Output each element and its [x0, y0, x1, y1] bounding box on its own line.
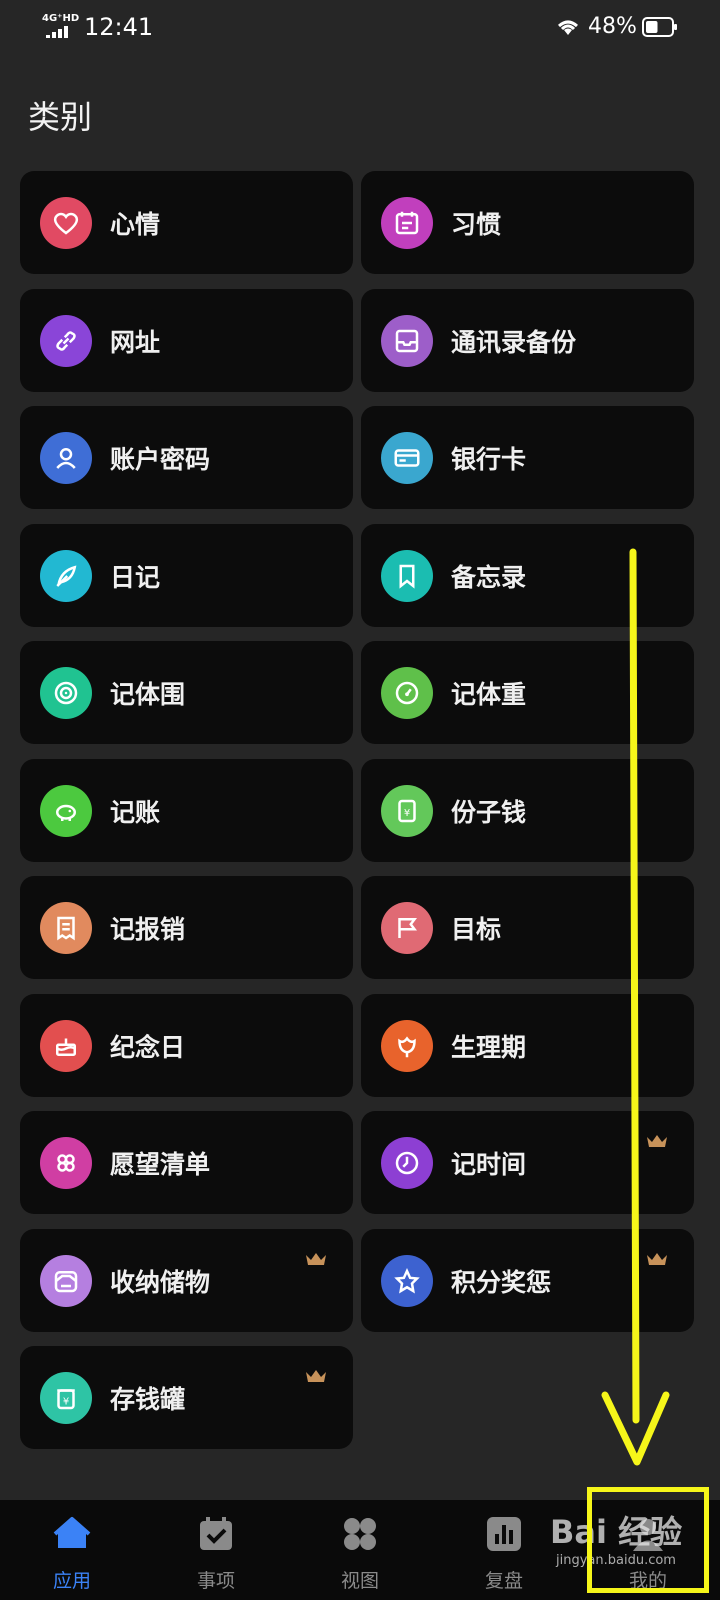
battery-icon	[642, 17, 677, 37]
signal-icon	[46, 26, 68, 38]
category-card-0[interactable]: 心情	[20, 171, 353, 274]
crown-icon	[647, 1135, 667, 1147]
feather-icon	[40, 549, 92, 602]
category-label: 愿望清单	[110, 1150, 211, 1179]
category-card-12[interactable]: 记报销	[20, 876, 353, 979]
svg-text:¥: ¥	[63, 1396, 69, 1407]
network-type: 4G⁺HD	[42, 13, 80, 24]
category-card-4[interactable]: 账户密码	[20, 406, 353, 509]
category-card-14[interactable]: 纪念日	[20, 993, 353, 1097]
calendar-check-icon	[200, 1517, 232, 1550]
category-card-5[interactable]: 银行卡	[361, 406, 694, 509]
category-card-13[interactable]: 目标	[361, 876, 694, 979]
page-title: 类别	[28, 98, 93, 136]
category-card-10[interactable]: 记账	[20, 758, 353, 862]
tab-1[interactable]: 事项	[144, 1500, 288, 1600]
category-card-1[interactable]: 习惯	[361, 171, 694, 274]
category-card-11[interactable]: ¥ 份子钱	[361, 758, 694, 862]
category-label: 心情	[110, 210, 161, 239]
category-label: 存钱罐	[110, 1385, 186, 1414]
category-label: 记账	[110, 797, 161, 827]
storage-icon	[40, 1254, 92, 1307]
category-card-7[interactable]: 备忘录	[361, 523, 694, 627]
heart-icon	[40, 197, 92, 249]
category-label: 收纳储物	[110, 1267, 211, 1297]
money-jar-icon: ¥	[40, 1372, 92, 1424]
category-label: 记时间	[451, 1150, 527, 1179]
category-card-2[interactable]: 网址	[20, 288, 353, 392]
home-icon	[53, 1517, 91, 1548]
flag-icon	[381, 902, 433, 954]
bar-chart-icon	[487, 1517, 521, 1551]
clock-icon	[381, 1137, 433, 1189]
status-bar: 4G⁺HD 12:41 48%	[0, 0, 720, 56]
category-label: 纪念日	[110, 1032, 186, 1062]
cake-icon	[40, 1019, 92, 1072]
clover-icon	[40, 1137, 92, 1189]
star-icon	[381, 1254, 433, 1307]
bookmark-icon	[381, 549, 433, 602]
svg-text:¥: ¥	[404, 808, 410, 819]
credit-card-icon	[381, 432, 433, 484]
category-label: 积分奖惩	[451, 1267, 552, 1297]
flower-icon	[381, 1019, 433, 1072]
target-icon	[40, 667, 92, 719]
tab-label: 事项	[196, 1570, 235, 1592]
crown-icon	[306, 1252, 326, 1265]
tab-label: 应用	[52, 1570, 91, 1592]
category-label: 记报销	[110, 915, 186, 944]
grid-icon	[344, 1518, 376, 1550]
inbox-icon	[381, 314, 433, 367]
link-icon	[40, 314, 92, 367]
category-label: 网址	[110, 327, 161, 357]
category-card-8[interactable]: 记体围	[20, 641, 353, 744]
category-label: 份子钱	[451, 797, 527, 827]
category-card-19[interactable]: 积分奖惩	[361, 1228, 694, 1332]
category-card-15[interactable]: 生理期	[361, 993, 694, 1097]
clock-time: 12:41	[84, 13, 154, 41]
category-label: 通讯录备份	[451, 327, 577, 357]
category-label: 生理期	[451, 1032, 527, 1062]
category-label: 习惯	[451, 210, 502, 239]
category-card-16[interactable]: 愿望清单	[20, 1111, 353, 1214]
category-label: 记体重	[451, 680, 527, 709]
user-icon	[40, 432, 92, 484]
category-card-17[interactable]: 记时间	[361, 1111, 694, 1214]
money-envelope-icon: ¥	[381, 784, 433, 837]
tab-0[interactable]: 应用	[0, 1500, 144, 1600]
crown-icon	[306, 1370, 326, 1382]
wifi-icon	[558, 20, 578, 35]
category-label: 备忘录	[451, 562, 527, 592]
gauge-icon	[381, 667, 433, 719]
annotation-highlight-box	[587, 1487, 709, 1593]
crown-icon	[647, 1252, 667, 1265]
category-card-6[interactable]: 日记	[20, 523, 353, 627]
piggy-bank-icon	[40, 784, 92, 837]
category-card-20[interactable]: ¥ 存钱罐	[20, 1346, 353, 1449]
tab-label: 视图	[340, 1570, 379, 1592]
category-label: 目标	[451, 915, 502, 944]
receipt-icon	[40, 902, 92, 954]
category-card-3[interactable]: 通讯录备份	[361, 288, 694, 392]
category-label: 记体围	[110, 680, 186, 709]
category-card-9[interactable]: 记体重	[361, 641, 694, 744]
tab-2[interactable]: 视图	[288, 1500, 432, 1600]
battery-percent: 48%	[588, 14, 637, 39]
category-card-18[interactable]: 收纳储物	[20, 1228, 353, 1332]
category-label: 日记	[110, 562, 161, 592]
calendar-icon	[381, 197, 433, 249]
category-label: 账户密码	[110, 445, 211, 474]
category-label: 银行卡	[451, 445, 527, 474]
